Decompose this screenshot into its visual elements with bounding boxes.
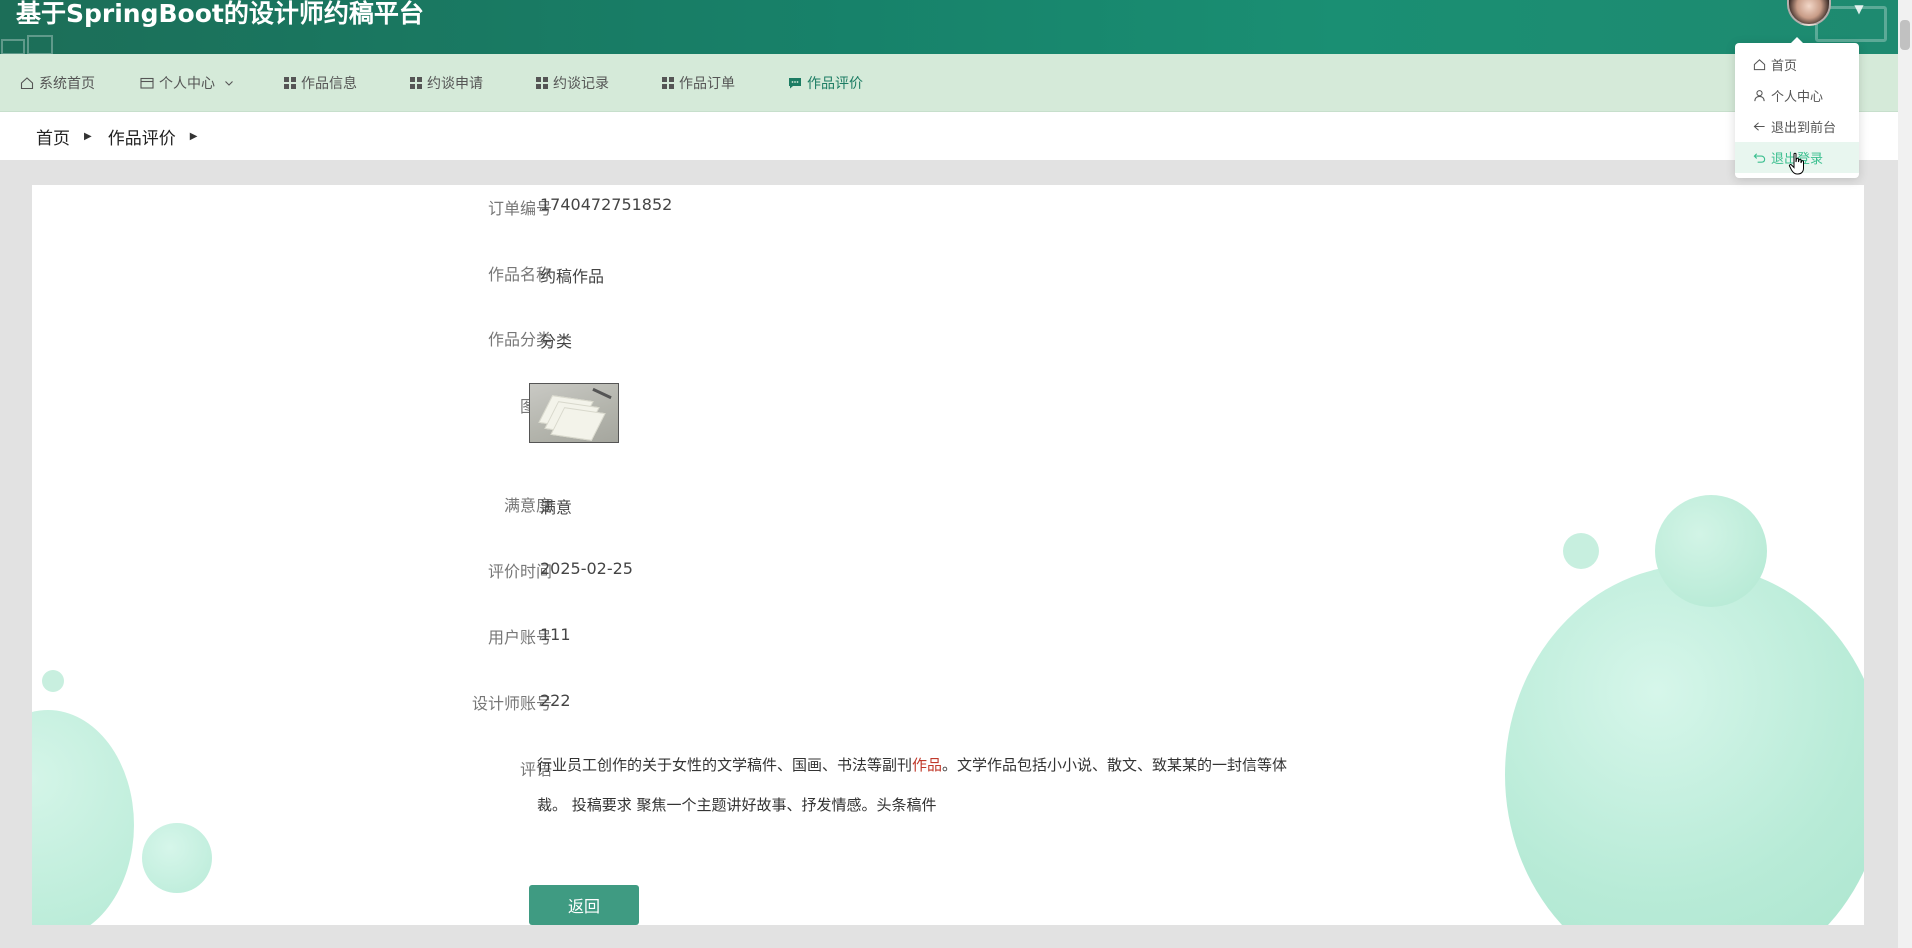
nav-item-meeting-records[interactable]: 约谈记录: [536, 54, 609, 112]
nav-item-label: 作品评价: [807, 76, 863, 92]
field-value-work-name: 约稿作品: [540, 267, 605, 286]
chevron-down-icon[interactable]: ▼: [1845, 0, 1873, 22]
decorative-bubble: [42, 670, 64, 692]
home-icon: [1753, 59, 1766, 71]
menu-item-label: 首页: [1771, 59, 1798, 74]
grid-icon: [662, 77, 674, 89]
decorative-bubble: [1563, 533, 1599, 569]
nav-item-label: 作品订单: [679, 76, 735, 92]
field-label-user-account: 用户账号: [487, 628, 552, 647]
field-label-order-no: 订单编号: [487, 199, 552, 218]
grid-icon: [284, 77, 296, 89]
app-header: 基于SpringBoot的设计师约稿平台 ▼: [0, 0, 1912, 54]
caret-right-icon: ▶: [189, 130, 198, 142]
breadcrumb-home[interactable]: 首页: [36, 124, 70, 149]
field-value-work-category: 分类: [540, 332, 573, 351]
grid-icon: [536, 77, 548, 89]
nav-item-label: 约谈申请: [427, 76, 483, 92]
decorative-bubble: [32, 710, 134, 925]
grid-icon: [410, 77, 422, 89]
breadcrumb-bar: 首页 ▶ 作品评价 ▶: [0, 112, 1898, 160]
detail-panel: 订单编号 1740472751852 作品名称 约稿作品 作品分类 分类 图片 …: [32, 185, 1864, 925]
nav-item-work-orders[interactable]: 作品订单: [662, 54, 735, 112]
comment-highlight: 作品: [912, 756, 943, 774]
nav-item-label: 约谈记录: [553, 76, 609, 92]
menu-item-personal-center[interactable]: 个人中心: [1735, 80, 1859, 111]
nav-item-label: 个人中心: [159, 76, 215, 92]
home-icon: [20, 77, 34, 90]
field-value-user-account: 111: [540, 625, 571, 644]
decorative-bubble: [142, 823, 212, 893]
nav-item-label: 系统首页: [39, 76, 95, 92]
breadcrumb: 首页 ▶ 作品评价 ▶: [36, 112, 213, 160]
scrollbar[interactable]: [1898, 0, 1912, 948]
wallet-icon: [140, 77, 154, 89]
field-label-review-time: 评价时间: [487, 562, 552, 581]
menu-item-label: 退出到前台: [1771, 121, 1837, 136]
logout-icon: [1753, 153, 1766, 163]
header-decoration: [1, 35, 53, 54]
comment-text: 行业员工创作的关于女性的文学稿件、国画、书法等副刊: [537, 756, 913, 774]
caret-right-icon: ▶: [84, 130, 92, 142]
nav-item-personal-center[interactable]: 个人中心: [140, 54, 234, 112]
work-image-thumbnail[interactable]: [529, 383, 619, 443]
pen-shape: [592, 387, 612, 400]
menu-item-home[interactable]: 首页: [1735, 49, 1859, 80]
scrollbar-thumb[interactable]: [1900, 20, 1910, 50]
field-value-comment: 行业员工创作的关于女性的文学稿件、国画、书法等副刊作品。文学作品包括小小说、散文…: [537, 745, 1297, 825]
field-label-satisfaction: 满意度: [503, 496, 552, 515]
decorative-bubble: [1505, 565, 1864, 925]
nav-item-work-reviews[interactable]: 作品评价: [788, 54, 863, 112]
decorative-bubble: [1655, 495, 1767, 607]
breadcrumb-current[interactable]: 作品评价: [108, 124, 176, 149]
menu-item-label: 个人中心: [1771, 90, 1824, 105]
back-arrow-icon: [1753, 122, 1765, 131]
nav-item-label: 作品信息: [301, 76, 357, 92]
nav-item-meeting-request[interactable]: 约谈申请: [410, 54, 483, 112]
chat-icon: [789, 78, 801, 89]
nav-item-home[interactable]: 系统首页: [20, 54, 95, 112]
app-title: 基于SpringBoot的设计师约稿平台: [16, 0, 424, 28]
user-icon: [1754, 90, 1765, 102]
field-value-satisfaction: 满意: [540, 498, 573, 517]
field-label-comment: 评语: [519, 760, 552, 779]
field-value-order-no: 1740472751852: [540, 195, 673, 214]
field-value-designer-account: 222: [540, 691, 571, 710]
field-label-designer-account: 设计师账号: [471, 694, 552, 713]
hand-cursor-icon: [1788, 152, 1804, 175]
field-label-work-category: 作品分类: [487, 330, 552, 349]
menu-item-exit-to-frontend[interactable]: 退出到前台: [1735, 111, 1859, 142]
nav-item-works[interactable]: 作品信息: [284, 54, 357, 112]
field-value-review-time: 2025-02-25: [540, 559, 633, 578]
top-nav: 系统首页 个人中心 作品信息 约谈申请 约谈记录 作品订单 作品评价: [0, 54, 1898, 112]
chevron-down-icon: [225, 81, 233, 86]
back-button[interactable]: 返回: [529, 885, 639, 925]
field-label-work-name: 作品名称: [487, 265, 552, 284]
